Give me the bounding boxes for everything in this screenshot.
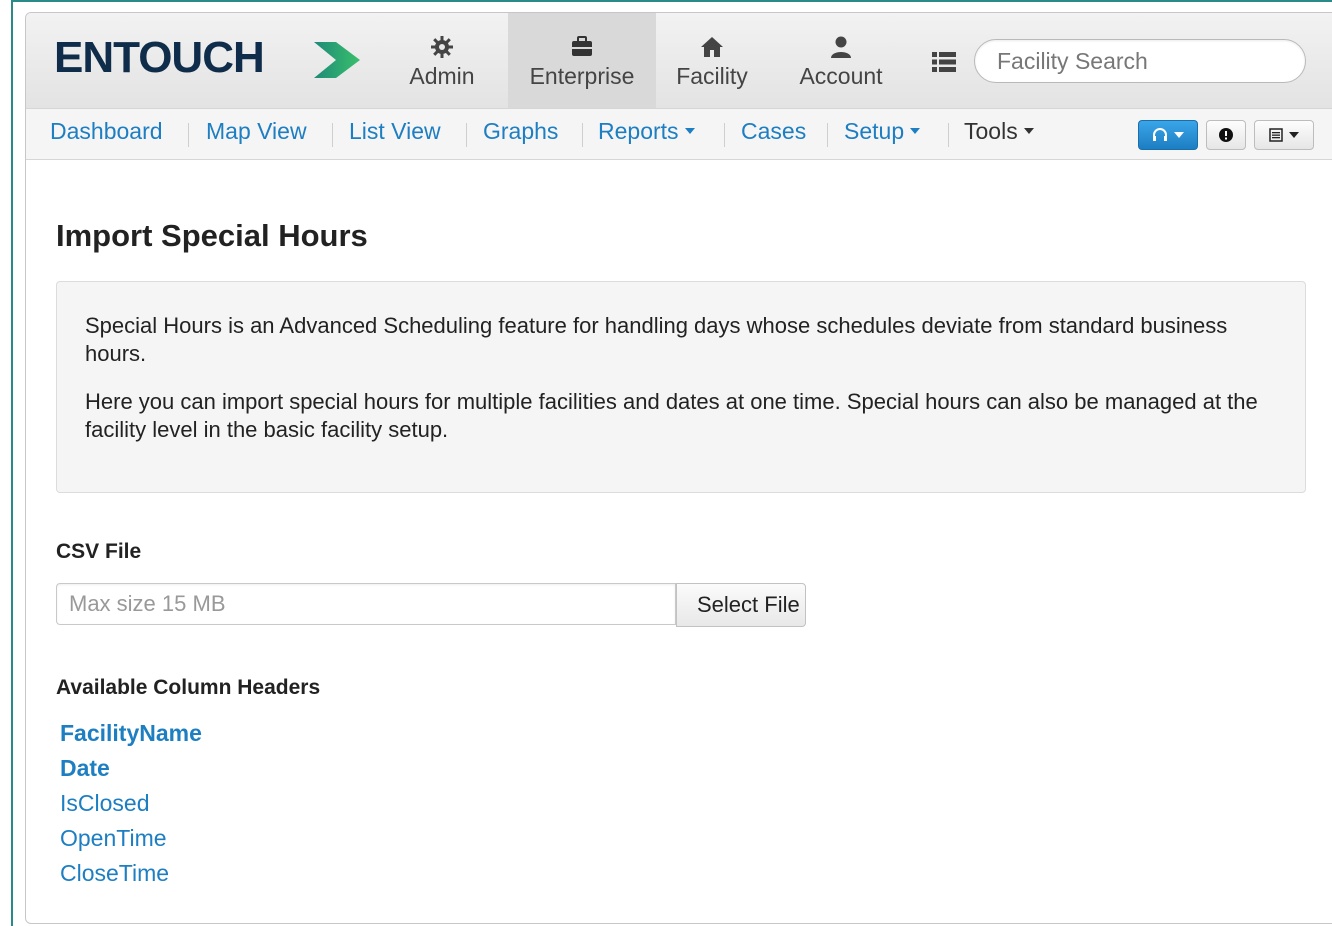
subnav-divider (948, 123, 949, 147)
alerts-button[interactable] (1206, 120, 1246, 150)
sub-nav: Dashboard Map View List View Graphs Repo… (26, 108, 1332, 160)
user-icon (831, 36, 851, 58)
subnav-divider (724, 123, 725, 147)
gear-icon (431, 36, 453, 58)
csv-file-label: CSV File (56, 540, 142, 563)
info-paragraph: Special Hours is an Advanced Scheduling … (85, 313, 1228, 366)
subnav-divider (188, 123, 189, 147)
available-columns-label: Available Column Headers (56, 676, 321, 699)
select-file-button[interactable]: Select File (676, 583, 806, 627)
subnav-list-view[interactable]: List View (349, 118, 441, 145)
window-border-top (11, 0, 1332, 2)
page-title: Import Special Hours (56, 218, 368, 253)
subnav-divider (332, 123, 333, 147)
briefcase-icon (572, 36, 592, 56)
tab-facility-label: Facility (676, 63, 748, 89)
caret-down-icon (910, 128, 921, 135)
column-header-link[interactable]: IsClosed (60, 790, 149, 817)
support-menu-button[interactable] (1138, 120, 1198, 150)
column-header-link[interactable]: OpenTime (60, 825, 167, 852)
file-input-box (56, 583, 676, 625)
logo-arrow-icon (314, 42, 360, 78)
window-border-left (11, 0, 13, 926)
subnav-map-view[interactable]: Map View (206, 118, 307, 145)
subnav-setup-label: Setup (844, 118, 905, 144)
info-paragraph: Here you can import special hours for mu… (85, 389, 1258, 442)
list-menu-button[interactable] (1254, 120, 1314, 150)
subnav-reports[interactable]: Reports (598, 118, 695, 145)
tab-admin[interactable]: Admin (392, 13, 492, 108)
tab-account-label: Account (799, 63, 883, 89)
subnav-divider (466, 123, 467, 147)
column-header-link[interactable]: CloseTime (60, 860, 169, 887)
caret-down-icon (1289, 131, 1299, 138)
entouch-logo[interactable]: ENTOUCH (54, 33, 265, 83)
alert-icon (1219, 127, 1233, 142)
tab-enterprise[interactable]: Enterprise (508, 13, 656, 108)
subnav-reports-label: Reports (598, 118, 679, 144)
column-header-link[interactable]: FacilityName (60, 720, 202, 747)
subnav-cases[interactable]: Cases (741, 118, 806, 145)
home-icon (701, 37, 723, 57)
list-menu-icon (1269, 128, 1283, 142)
caret-down-icon (1174, 131, 1184, 138)
file-path-input[interactable] (67, 584, 661, 624)
app-frame: ENTOUCH Admin Enterprise Facility Accoun… (25, 12, 1332, 924)
tab-facility[interactable]: Facility (662, 13, 762, 108)
column-header-link[interactable]: Date (60, 755, 110, 782)
top-header: ENTOUCH Admin Enterprise Facility Accoun… (26, 13, 1332, 108)
subnav-tools[interactable]: Tools (964, 118, 1034, 145)
tab-admin-label: Admin (409, 63, 475, 89)
facility-search-input[interactable] (995, 40, 1299, 82)
facility-search-box (974, 39, 1306, 83)
subnav-divider (827, 123, 828, 147)
caret-down-icon (684, 128, 695, 135)
list-icon[interactable] (932, 51, 956, 73)
headset-icon (1153, 127, 1167, 141)
tab-enterprise-label: Enterprise (529, 63, 635, 89)
caret-down-icon (1023, 128, 1034, 135)
subnav-tools-label: Tools (964, 118, 1018, 144)
subnav-divider (582, 123, 583, 147)
subnav-graphs[interactable]: Graphs (483, 118, 558, 145)
tab-account[interactable]: Account (778, 13, 904, 108)
info-well: Special Hours is an Advanced Scheduling … (56, 281, 1306, 493)
subnav-dashboard[interactable]: Dashboard (50, 118, 163, 145)
subnav-setup[interactable]: Setup (844, 118, 921, 145)
